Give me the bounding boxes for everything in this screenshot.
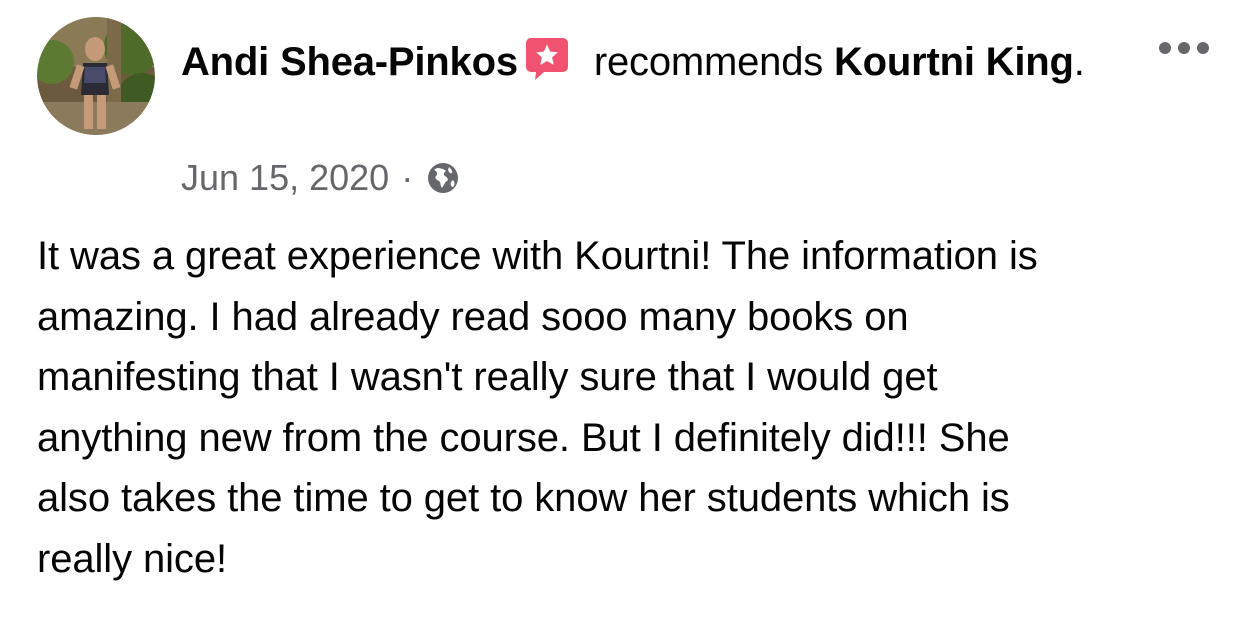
target-suffix: . <box>1073 40 1085 84</box>
recommends-label: recommends <box>593 40 824 84</box>
more-options-button[interactable] <box>1152 28 1216 68</box>
post-header: Andi Shea-Pinkos recommends Kourtni King… <box>181 34 1111 90</box>
globe-icon[interactable] <box>425 160 461 196</box>
post-text: It was a great experience with Kourtni! … <box>37 234 1038 581</box>
author-name[interactable]: Andi Shea-Pinkos <box>181 40 518 84</box>
author-avatar[interactable] <box>37 17 155 135</box>
meta-separator: · <box>401 157 414 198</box>
post-date[interactable]: Jun 15, 2020 <box>181 157 389 199</box>
avatar-photo <box>37 17 155 135</box>
more-options-icon <box>1159 42 1209 54</box>
recommended-page-name[interactable]: Kourtni King <box>834 40 1074 84</box>
post-meta: Jun 15, 2020 · <box>181 154 461 202</box>
recommendation-star-icon <box>524 35 570 81</box>
